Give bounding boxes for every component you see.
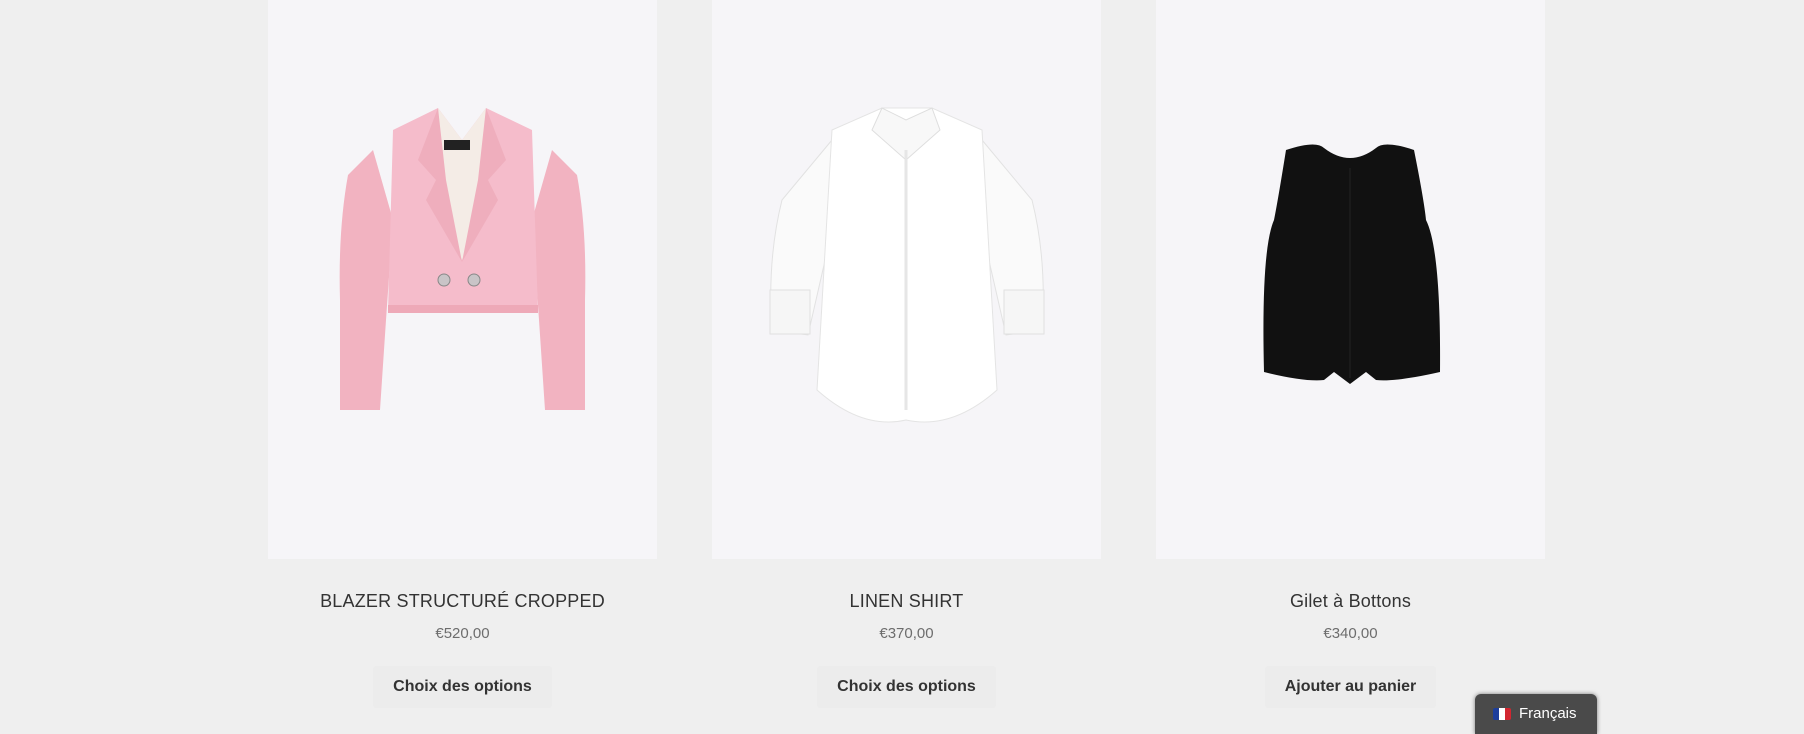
pink-blazer-image [339, 108, 586, 410]
product-price: €340,00 [1323, 625, 1378, 642]
add-to-cart-button[interactable]: Ajouter au panier [1264, 666, 1437, 708]
language-switcher[interactable]: Français [1475, 694, 1597, 734]
product-card: BLAZER STRUCTURÉ CROPPED €520,00 Choix d… [268, 0, 657, 708]
choose-options-button[interactable]: Choix des options [817, 666, 996, 708]
product-title[interactable]: LINEN SHIRT [712, 589, 1101, 613]
product-image-black-vest[interactable] [1156, 0, 1545, 559]
product-price: €520,00 [435, 625, 490, 642]
france-flag-icon [1493, 708, 1511, 720]
flag-stripe-red [1505, 708, 1511, 720]
product-title[interactable]: Gilet à Bottons [1156, 589, 1545, 613]
product-image-white-shirt[interactable] [712, 0, 1101, 559]
white-shirt-image [769, 107, 1045, 423]
product-price: €370,00 [879, 625, 934, 642]
product-image-pink-blazer[interactable] [268, 0, 657, 559]
product-card: Gilet à Bottons €340,00 Ajouter au panie… [1156, 0, 1545, 708]
product-card: LINEN SHIRT €370,00 Choix des options [712, 0, 1101, 708]
choose-options-button[interactable]: Choix des options [373, 666, 552, 708]
product-title[interactable]: BLAZER STRUCTURÉ CROPPED [268, 589, 657, 613]
language-label: Français [1519, 705, 1577, 722]
black-vest-image [1263, 144, 1441, 384]
product-grid: BLAZER STRUCTURÉ CROPPED €520,00 Choix d… [0, 0, 1804, 717]
